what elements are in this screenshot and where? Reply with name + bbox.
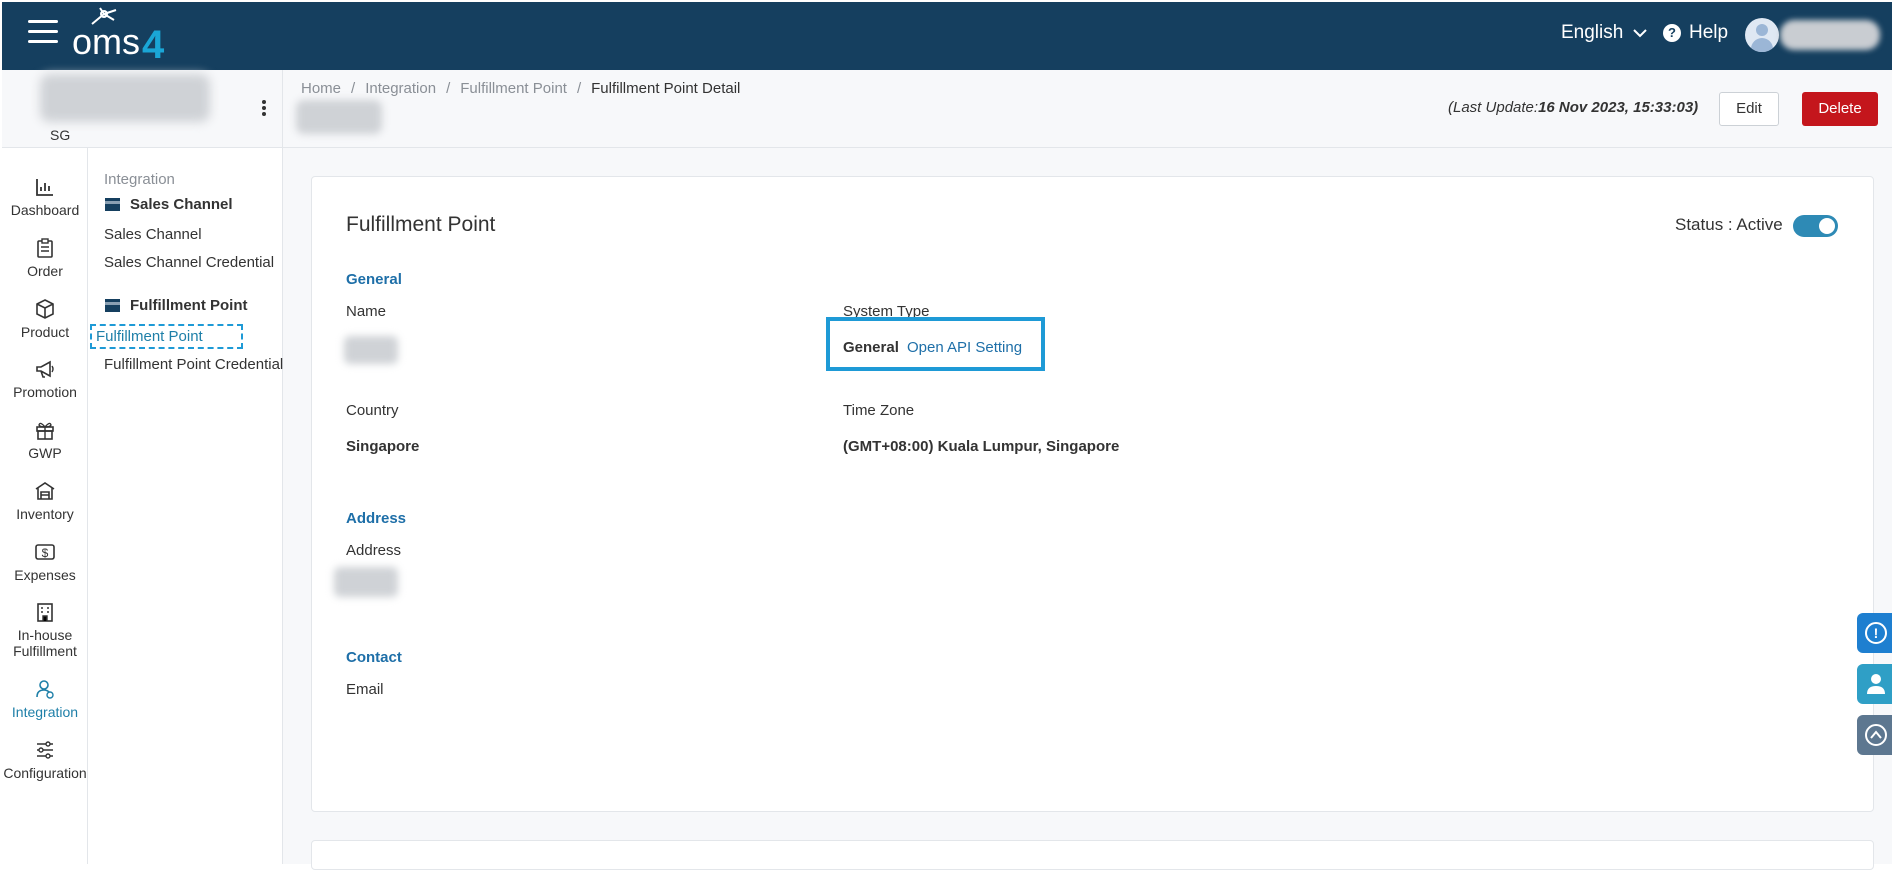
feedback-float-button[interactable]: ! [1857,613,1892,653]
address-label: Address [346,542,402,559]
section-general-heading: General [346,271,402,288]
page-title-redacted [296,100,382,134]
person-icon [1867,674,1885,694]
breadcrumb-separator: / [446,80,451,97]
chevron-up-icon [1865,724,1887,746]
delete-button[interactable]: Delete [1802,92,1878,126]
support-float-button[interactable] [1857,664,1892,704]
building-icon [37,603,53,622]
submenu-head-label: Sales Channel [130,196,233,213]
submenu-head-fulfillment-point[interactable]: Fulfillment Point [105,297,248,314]
name-label: Name [346,303,387,320]
nav-integration[interactable]: Integration [2,678,88,720]
svg-text:4: 4 [142,23,165,64]
nav-gwp-label: GWP [28,445,62,461]
nav-inhouse-fulfillment-label: In-house Fulfillment [13,627,77,659]
breadcrumb-separator: / [576,80,582,97]
nav-dashboard-label: Dashboard [10,202,80,218]
question-icon: ? [1663,24,1681,42]
status-toggle[interactable] [1793,215,1838,237]
nav-promotion-label: Promotion [13,384,77,400]
store-region-label: SG [50,127,71,143]
chevron-down-icon [1633,29,1648,38]
divider [282,70,283,148]
section-contact-heading: Contact [346,649,402,666]
last-update-value: 16 Nov 2023, 15:33:03) [1538,99,1699,116]
nav-order-label: Order [27,263,63,279]
fulfillment-point-card [311,176,1874,812]
svg-text:$: $ [42,546,49,560]
user-avatar[interactable] [1745,18,1779,52]
sliders-icon [37,741,53,759]
submenu-head-sales-channel[interactable]: Sales Channel [105,196,233,213]
breadcrumb: Home / Integration / Fulfillment Point /… [301,80,740,97]
last-update-text: (Last Update:16 Nov 2023, 15:33:03) [1448,99,1698,116]
submenu-item-fulfillment-point[interactable]: Fulfillment Point [90,324,243,349]
open-api-setting-link[interactable]: Open API Setting [907,339,1022,356]
clipboard-icon [37,238,53,258]
nav-product-label: Product [20,324,70,340]
help-button[interactable]: ? Help [1663,22,1728,44]
bar-chart-icon [36,179,53,196]
secondary-card [311,840,1874,870]
warehouse-icon [35,482,55,500]
submenu-item-sales-channel[interactable]: Sales Channel [104,226,202,243]
submenu-item-fulfillment-point-credential[interactable]: Fulfillment Point Credential [104,356,283,373]
name-value-redacted [344,336,398,364]
scroll-top-float-button[interactable] [1857,715,1892,755]
megaphone-icon [36,360,54,378]
hamburger-menu-icon[interactable] [28,20,58,44]
dollar-icon: $ [35,544,55,560]
nav-gwp[interactable]: GWP [2,419,88,461]
nav-expenses[interactable]: $ Expenses [2,541,88,583]
nav-inventory-label: Inventory [16,506,74,522]
breadcrumb-fulfillment-point[interactable]: Fulfillment Point [460,80,567,97]
left-icon-nav: Dashboard Order Product Promotion GWP In… [2,148,88,864]
submenu-group-label: Integration [104,171,175,188]
country-value: Singapore [346,438,420,455]
store-name-redacted [40,74,210,122]
integration-user-icon [36,680,54,699]
table-icon [105,198,120,211]
edit-button[interactable]: Edit [1719,92,1779,126]
last-update-prefix: (Last Update: [1448,99,1539,116]
store-more-icon[interactable] [262,100,266,116]
nav-inhouse-fulfillment[interactable]: In-house Fulfillment [2,601,88,659]
language-label: English [1561,22,1624,43]
breadcrumb-current: Fulfillment Point Detail [591,80,741,97]
nav-integration-label: Integration [11,704,79,720]
box-icon [36,299,54,319]
nav-promotion[interactable]: Promotion [2,358,88,400]
nav-configuration-label: Configuration [3,765,87,781]
nav-expenses-label: Expenses [14,567,76,583]
nav-order[interactable]: Order [2,237,88,279]
nav-dashboard[interactable]: Dashboard [2,176,88,218]
gift-icon [36,422,54,440]
status-label: Status : Active [1675,215,1783,234]
nav-configuration[interactable]: Configuration [2,739,88,781]
address-value-redacted [334,567,398,597]
oms4-logo[interactable]: oms 4 [70,6,180,64]
nav-inventory[interactable]: Inventory [2,480,88,522]
exclamation-icon: ! [1865,622,1887,644]
system-type-value: General [843,339,899,356]
breadcrumb-separator: / [351,80,356,97]
user-name-redacted[interactable] [1780,20,1880,50]
toggle-knob [1819,218,1835,234]
submenu-head-label: Fulfillment Point [130,297,248,314]
card-title: Fulfillment Point [346,213,496,236]
section-address-heading: Address [346,510,407,527]
nav-product[interactable]: Product [2,298,88,340]
logo-text: oms [72,21,140,62]
table-icon [105,299,120,312]
submenu-item-sales-channel-credential[interactable]: Sales Channel Credential [104,254,274,271]
country-label: Country [346,402,399,419]
email-label: Email [346,681,384,698]
time-zone-label: Time Zone [843,402,915,419]
language-selector[interactable]: English [1561,22,1648,44]
breadcrumb-home[interactable]: Home [301,80,341,97]
time-zone-value: (GMT+08:00) Kuala Lumpur, Singapore [843,438,1120,455]
breadcrumb-integration[interactable]: Integration [365,80,436,97]
help-label: Help [1689,22,1729,43]
